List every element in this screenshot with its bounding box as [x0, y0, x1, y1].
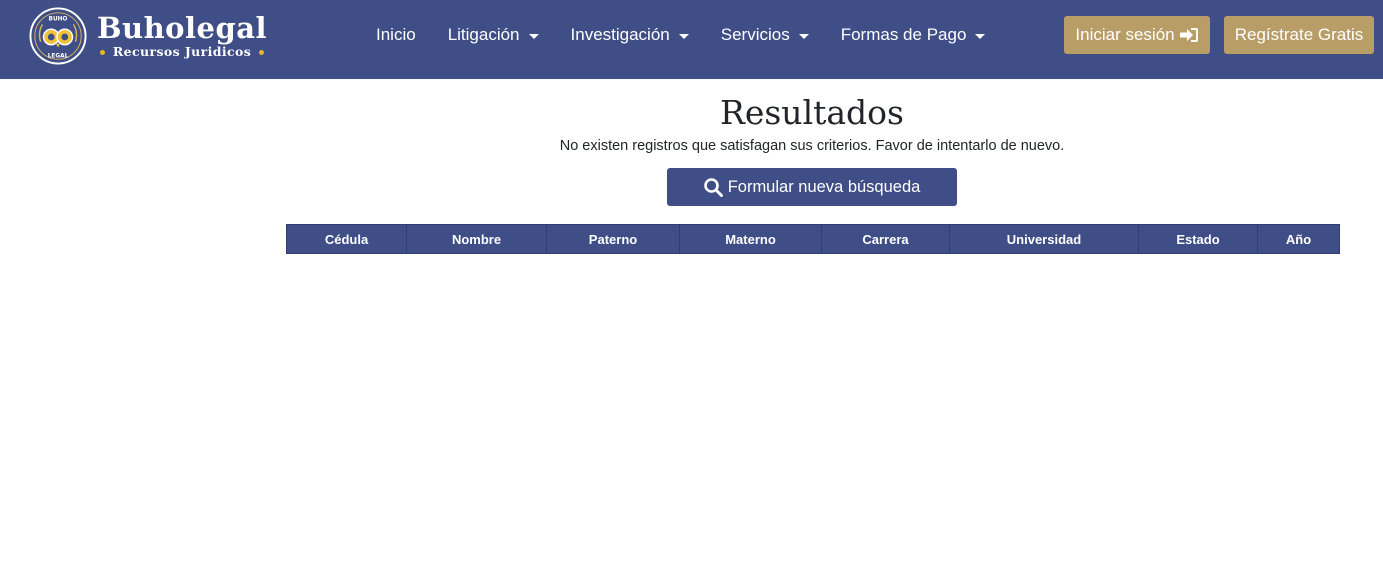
column-header-materno[interactable]: Materno	[679, 224, 822, 254]
logo-text-bottom: LEGAL	[48, 53, 69, 59]
brand-dot-left	[99, 49, 105, 55]
page-title: Resultados	[720, 93, 904, 132]
column-header-paterno[interactable]: Paterno	[546, 224, 680, 254]
column-header-cedula[interactable]: Cédula	[286, 224, 407, 254]
column-header-estado[interactable]: Estado	[1138, 224, 1258, 254]
login-button-label: Iniciar sesión	[1075, 25, 1175, 44]
nav-item-label: Litigación	[447, 25, 520, 44]
nav-item-servicios[interactable]: Servicios	[705, 25, 825, 45]
brand-subtitle: Recursos Juridicos	[112, 44, 252, 59]
top-navbar: BUHO LEGAL Buholegal Recursos Juridicos …	[0, 0, 1383, 79]
nav-item-formas-de-pago[interactable]: Formas de Pago	[825, 25, 1002, 45]
caret-down-icon	[975, 33, 986, 39]
main-nav-menu: Inicio Litigación Investigación Servicio…	[360, 0, 1001, 70]
owl-logo-icon: BUHO LEGAL	[29, 7, 87, 65]
brand-logo-link[interactable]: BUHO LEGAL Buholegal Recursos Juridicos	[29, 5, 267, 67]
brand-subtitle-row: Recursos Juridicos	[99, 44, 265, 60]
brand-name: Buholegal	[97, 11, 268, 45]
nav-item-label: Inicio	[376, 25, 416, 44]
nav-item-investigacion[interactable]: Investigación	[555, 25, 705, 45]
brand-text: Buholegal Recursos Juridicos	[97, 12, 267, 60]
nav-item-litigacion[interactable]: Litigación	[432, 25, 555, 45]
caret-down-icon	[678, 33, 689, 39]
nav-item-label: Investigación	[570, 25, 670, 44]
no-results-message: No existen registros que satisfagan sus …	[559, 138, 1065, 154]
nav-item-inicio[interactable]: Inicio	[360, 25, 432, 45]
brand-dot-right	[259, 49, 265, 55]
search-icon	[703, 177, 723, 197]
login-button[interactable]: Iniciar sesión	[1064, 16, 1210, 54]
table-header-row: Cédula Nombre Paterno Materno Carrera Un…	[286, 224, 1340, 254]
column-header-universidad[interactable]: Universidad	[949, 224, 1139, 254]
logo-text-top: BUHO	[49, 17, 68, 23]
caret-down-icon	[798, 33, 809, 39]
caret-down-icon	[528, 33, 539, 39]
new-search-button-label: Formular nueva búsqueda	[727, 177, 921, 196]
register-button[interactable]: Regístrate Gratis	[1224, 16, 1374, 54]
column-header-nombre[interactable]: Nombre	[406, 224, 547, 254]
results-table: Cédula Nombre Paterno Materno Carrera Un…	[286, 224, 1340, 254]
register-button-label: Regístrate Gratis	[1234, 25, 1364, 44]
nav-item-label: Formas de Pago	[840, 25, 967, 44]
column-header-anio[interactable]: Año	[1257, 224, 1340, 254]
new-search-button[interactable]: Formular nueva búsqueda	[667, 168, 957, 206]
column-header-carrera[interactable]: Carrera	[821, 224, 950, 254]
sign-in-icon	[1179, 27, 1199, 43]
nav-item-label: Servicios	[720, 25, 790, 44]
